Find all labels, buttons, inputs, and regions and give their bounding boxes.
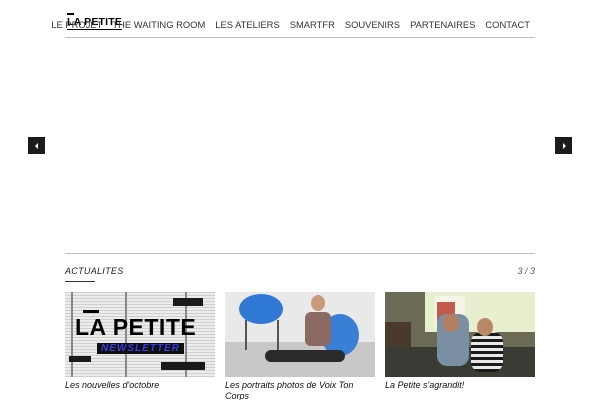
- nav-les-ateliers[interactable]: LES ATELIERS: [215, 19, 279, 30]
- photo-person-head: [311, 295, 325, 311]
- nav-partenaires[interactable]: PARTENAIRES: [410, 19, 475, 30]
- chevron-left-icon: [34, 142, 38, 149]
- photo-table-leg: [245, 320, 247, 350]
- photo-person-body: [471, 332, 503, 372]
- thumb-logo-dash: [83, 310, 99, 313]
- hero-slider: [65, 38, 535, 253]
- news-caption[interactable]: La Petite s'agrandit!: [385, 380, 535, 391]
- news-title-underline: [65, 281, 95, 282]
- photo-exercise-ball: [239, 294, 283, 324]
- nav-smartfr[interactable]: SMARTFR: [290, 19, 335, 30]
- newspaper-block: [161, 362, 205, 370]
- slider-prev-button[interactable]: [28, 137, 45, 154]
- photo-person-legs: [265, 350, 345, 362]
- news-thumbnail-sofa[interactable]: [385, 292, 535, 377]
- site-header: LA PETITE LE PROJET THE WAITING ROOM LES…: [51, 13, 535, 38]
- newspaper-block: [69, 356, 91, 362]
- nav-souvenirs[interactable]: SOUVENIRS: [345, 19, 400, 30]
- nav-le-projet[interactable]: LE PROJET: [51, 19, 102, 30]
- photo-person-head: [477, 318, 493, 336]
- main-nav: LE PROJET THE WAITING ROOM LES ATELIERS …: [41, 19, 530, 30]
- news-caption[interactable]: Les nouvelles d'octobre: [65, 380, 215, 391]
- newspaper-column: [71, 292, 73, 377]
- logo-dash: [67, 13, 74, 15]
- slider-divider: [65, 253, 535, 254]
- news-caption[interactable]: Les portraits photos de Voix Ton Corps: [225, 380, 375, 400]
- news-section-title: ACTUALITES: [65, 266, 124, 276]
- news-thumbnail-portrait[interactable]: [225, 292, 375, 377]
- newspaper-block: [173, 298, 203, 306]
- thumb-newsletter-label: NEWSLETTER: [97, 343, 184, 354]
- slider-next-button[interactable]: [555, 137, 572, 154]
- photo-person-body: [305, 312, 331, 346]
- thumb-logo-text: LA PETITE: [75, 314, 197, 340]
- news-pager: 3 / 3: [517, 266, 535, 276]
- photo-table-leg: [277, 320, 279, 350]
- news-thumbnail-newsletter[interactable]: LA PETITE NEWSLETTER: [65, 292, 215, 377]
- nav-the-waiting-room[interactable]: THE WAITING ROOM: [112, 19, 205, 30]
- news-card[interactable]: LA PETITE NEWSLETTER Les nouvelles d'oct…: [65, 292, 215, 391]
- news-card[interactable]: La Petite s'agrandit!: [385, 292, 535, 391]
- photo-person-head: [443, 314, 459, 332]
- chevron-right-icon: [562, 142, 566, 149]
- nav-contact[interactable]: CONTACT: [485, 19, 530, 30]
- news-card[interactable]: Les portraits photos de Voix Ton Corps: [225, 292, 375, 400]
